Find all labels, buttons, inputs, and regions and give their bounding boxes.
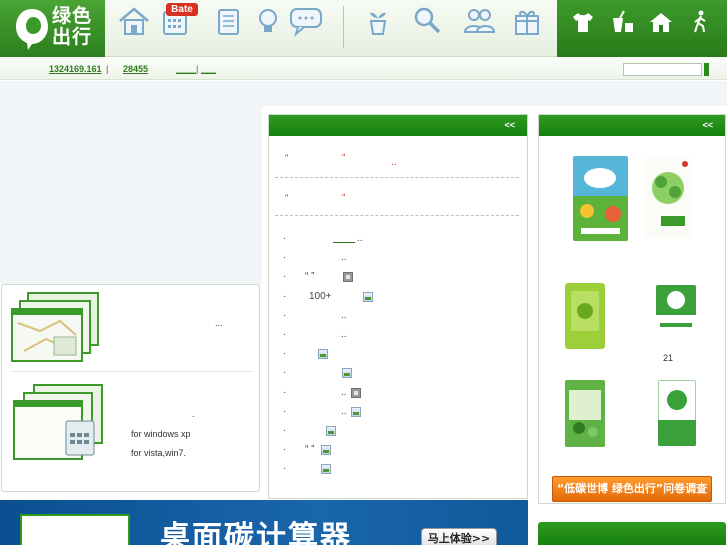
dashed-divider (275, 177, 519, 178)
poster-green-tree[interactable] (643, 158, 693, 238)
news-more-link[interactable]: << (504, 120, 515, 130)
news-item-text[interactable]: 100+ (309, 291, 332, 302)
leaf-logo-icon (16, 9, 48, 50)
try-now-button[interactable]: 马上体验>> (421, 528, 497, 545)
page: 绿色出行 Bate 1324169.161 | 28455 ____ | ___… (0, 0, 727, 545)
poster-city-1[interactable] (565, 380, 605, 447)
top-navigation: 绿色出行 Bate (0, 0, 727, 57)
divider (10, 371, 253, 372)
list-bullet: · (283, 463, 287, 475)
survey-button[interactable]: “低碳世博 绿色出行”问卷调查 (552, 476, 712, 502)
picture-icon (342, 368, 352, 379)
headline-quote-close[interactable]: ” (342, 153, 345, 164)
dashed-divider (275, 215, 519, 216)
news-item-text[interactable]: .. (341, 387, 347, 398)
nav-divider (343, 6, 344, 48)
login-link[interactable]: ____ (176, 64, 196, 74)
carbon-calculator-banner[interactable]: 桌面碳计算器 马上体验>> (0, 500, 528, 545)
list-bullet: · (283, 444, 287, 456)
magnifier-icon[interactable] (410, 4, 446, 38)
site-logo[interactable]: 绿色出行 (0, 0, 105, 57)
separator: | (106, 64, 109, 74)
spacer-band (0, 81, 727, 106)
member-count-link[interactable]: 28455 (123, 64, 148, 74)
poster-city-2[interactable] (658, 380, 696, 446)
poster-more-link[interactable]: << (702, 120, 713, 130)
headline-quote-open[interactable]: “ (285, 193, 288, 204)
list-bullet: · (283, 386, 287, 398)
download-panel: ... . for windows xp for vista,win7. (1, 284, 260, 492)
poster-lets-go-1[interactable] (573, 156, 628, 241)
poster-panel: << 21 “低碳世博 绿色出行”问卷调查 (538, 114, 726, 504)
list-bullet: · (283, 309, 287, 321)
register-link[interactable]: ___ (201, 64, 216, 74)
calculator-screenshot-thumbnail[interactable] (10, 383, 104, 463)
poster-lets-go-2[interactable] (656, 285, 696, 345)
news-panel: << “ ” .. “ ” ·.. ·.. · “ ” · 100+ ·.. ·.. · · ·..… (268, 114, 528, 499)
map-screenshot-thumbnail[interactable] (10, 291, 100, 363)
picture-icon (326, 426, 336, 436)
house-icon[interactable] (648, 10, 674, 34)
news-link-underline[interactable] (333, 242, 355, 243)
poster-caption: 21 (663, 353, 674, 363)
lightbulb-icon[interactable] (250, 4, 286, 38)
tshirt-icon[interactable] (570, 10, 596, 34)
poster-panel-header: << (539, 115, 725, 136)
headline-ellipsis: .. (391, 157, 397, 168)
home-icon[interactable] (116, 4, 152, 38)
banner-title: 桌面碳计算器 (160, 520, 352, 545)
video-icon (351, 387, 361, 398)
picture-icon (363, 291, 373, 302)
notebook-icon[interactable] (210, 4, 246, 38)
separator: | (196, 64, 199, 74)
download-vista-link[interactable]: for vista,win7. (131, 448, 186, 458)
headline-quote-open[interactable]: “ (285, 153, 288, 164)
list-bullet: · (283, 233, 287, 244)
picture-icon (321, 445, 331, 456)
news-item-text[interactable]: “ ” (305, 444, 314, 455)
list-bullet: · (283, 252, 287, 264)
poster-card-green[interactable] (565, 283, 605, 349)
gift-icon[interactable] (509, 4, 545, 38)
news-panel-header: << (269, 115, 527, 136)
news-item-text[interactable]: .. (341, 329, 347, 340)
lower-panel-header (538, 522, 726, 545)
list-bullet: · (283, 405, 287, 417)
headline-quote-close[interactable]: ” (342, 193, 345, 204)
list-bullet: · (283, 367, 287, 379)
download-xp-link[interactable]: for windows xp (131, 429, 191, 439)
stats-bar: 1324169.161 | 28455 ____ | ___ (0, 58, 727, 80)
calculator-preview-image (20, 514, 130, 545)
left-ad-slot (0, 106, 262, 284)
list-bullet: · (283, 290, 287, 302)
picture-icon (321, 464, 331, 475)
picture-icon (318, 349, 328, 360)
list-bullet: · (283, 329, 287, 340)
logo-text: 绿色出行 (52, 5, 93, 48)
list-bullet: · (283, 425, 287, 436)
search-input[interactable] (623, 63, 702, 76)
news-item-text[interactable]: “ ” (305, 271, 314, 282)
list-bullet: · (283, 271, 287, 283)
walker-icon[interactable] (687, 10, 713, 34)
picture-icon (351, 406, 361, 417)
tool-strip (557, 0, 727, 57)
download-dot: . (192, 409, 195, 419)
users-icon[interactable] (461, 4, 497, 38)
news-item-text[interactable]: .. (341, 406, 347, 417)
beta-badge: Bate (166, 3, 198, 16)
video-icon (343, 272, 353, 283)
list-bullet: · (283, 348, 287, 360)
chat-icon[interactable] (288, 4, 324, 38)
news-item-text[interactable]: .. (341, 252, 347, 263)
drink-icon[interactable] (609, 10, 635, 34)
plant-pot-icon[interactable] (360, 4, 396, 38)
news-item-text[interactable]: .. (341, 310, 347, 321)
carbon-total-link[interactable]: 1324169.161 (49, 64, 102, 74)
news-item-text[interactable]: .. (357, 233, 363, 244)
download-ellipsis: ... (215, 318, 223, 328)
search-button[interactable] (704, 63, 709, 76)
